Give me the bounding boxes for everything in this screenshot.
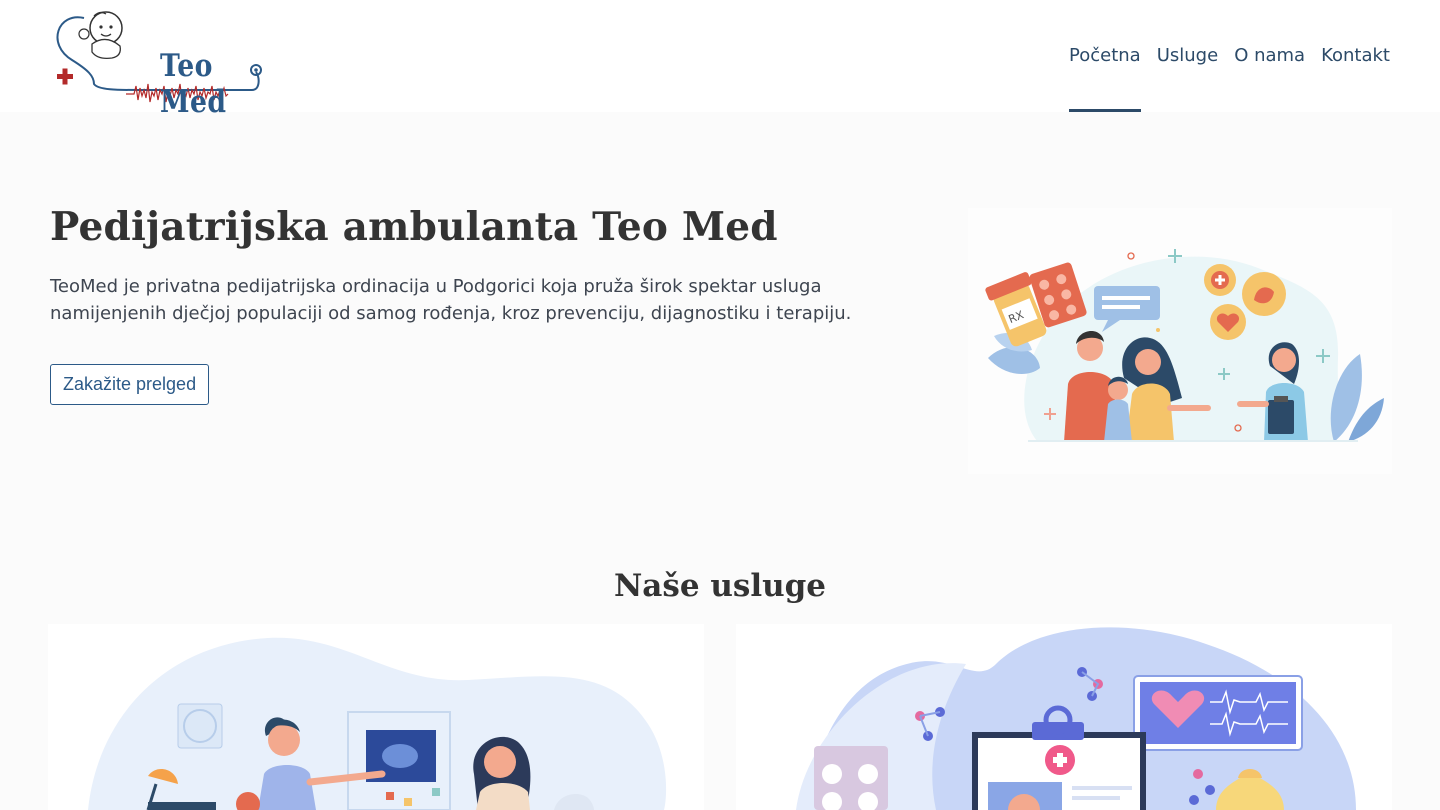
nav-item-kontakt[interactable]: Kontakt <box>1321 42 1390 70</box>
family-doctor-illustration: RX <box>968 208 1392 474</box>
site-header: Teo Med Početna Usluge O nama Kontakt <box>0 0 1440 120</box>
services-title: Naše usluge <box>613 568 827 604</box>
service-card-ultrasound[interactable] <box>48 624 704 810</box>
logo-text: Teo Med <box>160 48 227 120</box>
book-appointment-button[interactable]: Zakažite prelged <box>50 364 210 405</box>
logo[interactable]: Teo Med <box>48 4 268 120</box>
service-card-diagnostics[interactable] <box>736 624 1392 810</box>
nav-item-pocetna[interactable]: Početna <box>1069 42 1141 112</box>
hero-description: TeoMed je privatna pedijatrijska ordinac… <box>50 276 852 324</box>
diagnostics-illustration <box>796 627 1356 810</box>
hero-title: Pedijatrijska ambulanta Teo Med <box>50 204 778 250</box>
ultrasound-illustration <box>88 637 667 810</box>
nav-item-usluge[interactable]: Usluge <box>1157 42 1218 70</box>
nav-item-o-nama[interactable]: O nama <box>1234 42 1305 70</box>
main-nav: Početna Usluge O nama Kontakt <box>1069 42 1390 112</box>
